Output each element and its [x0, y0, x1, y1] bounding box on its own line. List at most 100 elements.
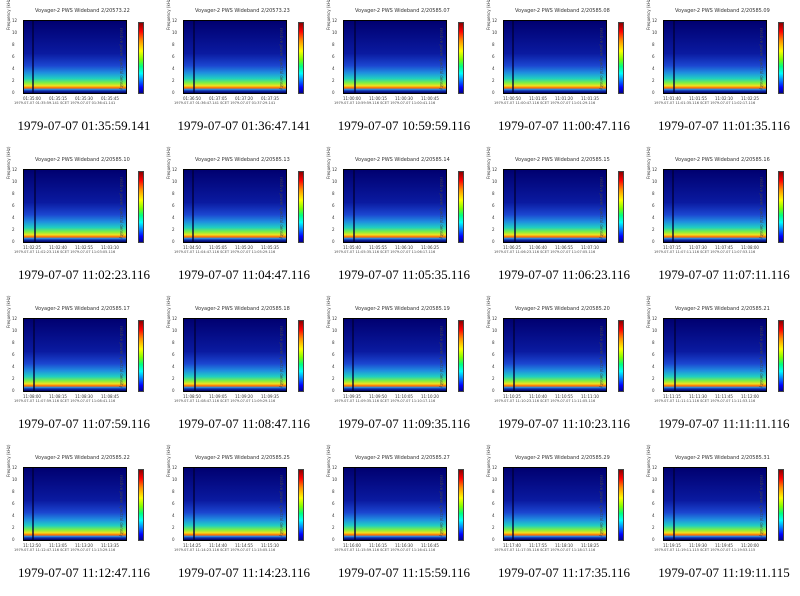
interference-stripe	[194, 319, 196, 391]
spectrogram-panel: Voyager-2 PWS Wideband 2/20585.10 Frequen…	[0, 146, 160, 298]
y-axis-label: Frequency (kHz)	[326, 0, 331, 30]
interference-stripe	[512, 21, 514, 93]
timestamp-caption: 1979-07-07 11:15:59.116	[338, 565, 470, 580]
y-tick-label: 12	[12, 465, 18, 470]
spectrogram-fill	[344, 319, 446, 391]
spectrogram-svg	[24, 170, 126, 242]
y-tick-label: 8	[332, 340, 335, 345]
spectrogram-fill	[24, 170, 126, 242]
y-tick-label: 12	[12, 167, 18, 172]
spectrogram-image	[503, 20, 607, 94]
spectrogram-panel: Voyager-2 PWS Wideband 2/20585.29 Frequen…	[480, 445, 640, 596]
y-tick-label: 10	[332, 179, 338, 184]
y-tick-label: 6	[12, 501, 15, 506]
interference-stripe	[674, 319, 676, 391]
panel-footer: 1979-07-07 11:12:47.116 SCET 1979-07-07 …	[14, 548, 116, 552]
y-tick-label: 8	[12, 489, 15, 494]
panel-title: Voyager-2 PWS Wideband 2/20585.22	[35, 455, 130, 461]
y-tick-label: 8	[332, 489, 335, 494]
y-tick-label: 6	[172, 352, 175, 357]
y-axis-label: Frequency (kHz)	[6, 146, 11, 179]
y-axis-label: Frequency (kHz)	[486, 295, 491, 328]
y-tick-label: 4	[332, 66, 335, 71]
y-tick-label: 2	[492, 78, 495, 83]
y-tick-label: 12	[332, 167, 338, 172]
panel-footer: 1979-07-07 11:00:47.116 SCET 1979-07-07 …	[494, 101, 596, 105]
y-tick-label: 2	[172, 525, 175, 530]
y-tick-label: 12	[172, 316, 178, 321]
y-axis-label: Frequency (kHz)	[646, 444, 651, 477]
colorbar-label: relative power spectral density	[759, 326, 764, 388]
panel-title: Voyager-2 PWS Wideband 2/20585.20	[515, 306, 610, 312]
y-tick-label: 12	[652, 167, 658, 172]
y-tick-label: 0	[12, 537, 15, 542]
y-axis-label: Frequency (kHz)	[166, 0, 171, 30]
y-tick-label: 10	[12, 179, 18, 184]
y-tick-label: 6	[332, 203, 335, 208]
panel-title: Voyager-2 PWS Wideband 2/20585.16	[675, 157, 770, 163]
y-tick-label: 4	[12, 215, 15, 220]
panel-title: Voyager-2 PWS Wideband 2/20585.14	[355, 157, 450, 163]
interference-stripe	[673, 468, 675, 540]
y-tick-label: 10	[12, 328, 18, 333]
interference-stripe	[192, 170, 194, 242]
panel-footer: 1979-07-07 11:09:35.116 SCET 1979-07-07 …	[334, 399, 436, 403]
y-tick-label: 2	[12, 525, 15, 530]
y-tick-label: 6	[652, 352, 655, 357]
colorbar-label: relative power spectral density	[599, 28, 604, 90]
spectrogram-svg	[504, 319, 606, 391]
spectrogram-fill	[344, 468, 446, 540]
timestamp-caption: 1979-07-07 11:12:47.116	[18, 565, 150, 580]
y-tick-label: 2	[652, 227, 655, 232]
spectrogram-fill	[344, 170, 446, 242]
spectrogram-svg	[184, 21, 286, 93]
panel-footer: 1979-07-07 11:01:35.116 SCET 1979-07-07 …	[654, 101, 756, 105]
panel-title: Voyager-2 PWS Wideband 2/20585.29	[515, 455, 610, 461]
colorbar	[778, 469, 784, 541]
colorbar-label: relative power spectral density	[759, 177, 764, 239]
y-tick-label: 4	[172, 66, 175, 71]
y-tick-label: 12	[172, 465, 178, 470]
timestamp-caption: 1979-07-07 11:07:59.116	[18, 416, 150, 431]
spectrogram-panel: Voyager-2 PWS Wideband 2/20585.16 Frequen…	[640, 147, 800, 298]
y-tick-label: 2	[492, 525, 495, 530]
spectrogram-panel: Voyager-2 PWS Wideband 2/20585.19 Frequen…	[320, 296, 480, 447]
y-tick-label: 12	[652, 18, 658, 23]
timestamp-caption: 1979-07-07 11:09:35.116	[338, 416, 470, 431]
y-tick-label: 0	[492, 388, 495, 393]
spectrogram-fill	[504, 468, 606, 540]
y-tick-label: 8	[12, 191, 15, 196]
y-tick-label: 6	[652, 501, 655, 506]
interference-stripe	[514, 170, 516, 242]
spectrogram-image	[503, 318, 607, 392]
timestamp-caption: 1979-07-07 11:19:11.115	[658, 565, 790, 580]
y-tick-label: 6	[492, 352, 495, 357]
y-tick-label: 4	[12, 364, 15, 369]
spectrogram-fill	[184, 319, 286, 391]
y-tick-label: 0	[332, 90, 335, 95]
y-tick-label: 2	[172, 227, 175, 232]
spectrogram-image	[663, 318, 767, 392]
y-tick-label: 10	[492, 179, 498, 184]
panel-title: Voyager-2 PWS Wideband 2/20585.31	[675, 455, 770, 461]
y-tick-label: 2	[332, 376, 335, 381]
panel-footer: 1979-07-07 01:35:59.141 SCET 1979-07-07 …	[14, 101, 116, 105]
y-tick-label: 0	[332, 239, 335, 244]
colorbar-label: relative power spectral density	[119, 475, 124, 537]
panel-title: Voyager-2 PWS Wideband 2/20585.17	[35, 306, 130, 312]
interference-stripe	[32, 468, 34, 540]
y-tick-label: 6	[332, 54, 335, 59]
y-tick-label: 6	[172, 54, 175, 59]
y-tick-label: 4	[332, 513, 335, 518]
colorbar-label: relative power spectral density	[599, 475, 604, 537]
timestamp-caption: 1979-07-07 10:59:59.116	[337, 118, 471, 133]
y-tick-label: 8	[492, 42, 495, 47]
y-tick-label: 10	[492, 328, 498, 333]
spectrogram-svg	[24, 319, 126, 391]
y-tick-label: 0	[172, 239, 175, 244]
spectrogram-image	[503, 169, 607, 243]
y-axis-label: Frequency (kHz)	[326, 146, 331, 179]
panel-footer: 1979-07-07 11:11:11.116 SCET 1979-07-07 …	[654, 399, 756, 403]
panel-title: Voyager-2 PWS Wideband 2/20573.22	[35, 8, 130, 14]
y-tick-label: 2	[652, 376, 655, 381]
